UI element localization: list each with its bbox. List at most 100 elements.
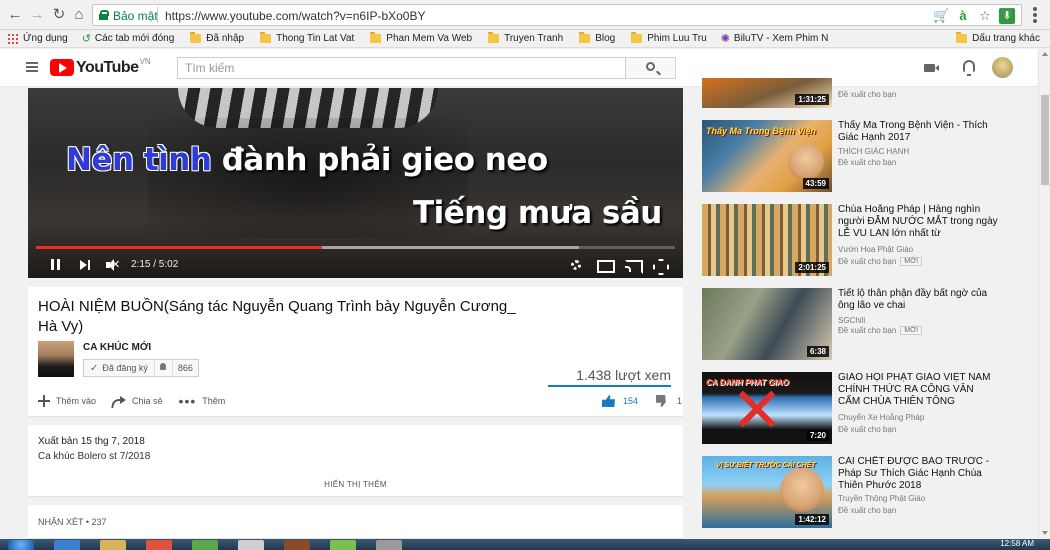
taskbar-media-icon[interactable] <box>146 540 172 550</box>
related-video[interactable]: 2:01:25 Chùa Hoằng Pháp | Hàng nghìn ngư… <box>702 204 1002 279</box>
progress-bar[interactable] <box>36 246 675 249</box>
video-duration: 1:42:12 <box>795 514 829 525</box>
video-thumbnail[interactable]: Thấy Ma Trong Bệnh Viện 43:59 <box>702 120 832 192</box>
browser-toolbar: ← → ↻ ⌂ Bảo mật https://www.youtube.com/… <box>0 0 1050 30</box>
address-bar[interactable]: Bảo mật https://www.youtube.com/watch?v=… <box>92 4 1022 26</box>
video-thumbnail[interactable]: 1:31:25 <box>702 78 832 108</box>
account-avatar[interactable] <box>992 57 1013 78</box>
cart-extension-icon[interactable]: 🛒 <box>933 8 949 24</box>
related-video[interactable]: VỊ SƯ BIẾT TRƯỚC CÁI CHẾT 1:42:12 CÁI CH… <box>702 456 1002 531</box>
like-count: 154 <box>623 396 639 406</box>
video-duration: 1:31:25 <box>795 94 829 105</box>
share-button[interactable]: Chia sẻ <box>112 396 163 406</box>
guide-menu-icon[interactable] <box>26 62 38 72</box>
taskbar-chrome-icon[interactable] <box>238 540 264 550</box>
page-scrollbar[interactable] <box>1038 49 1050 539</box>
thumbs-up-icon[interactable] <box>602 395 615 407</box>
forward-arrow-icon[interactable]: → <box>28 6 46 24</box>
thumbs-down-icon[interactable] <box>656 395 666 407</box>
pause-icon[interactable] <box>50 258 62 272</box>
cast-icon[interactable] <box>625 258 643 274</box>
translate-icon[interactable]: à <box>955 8 971 24</box>
star-bookmark-icon[interactable]: ☆ <box>977 8 993 24</box>
related-channel: THÍCH GIÁC HẠNH <box>838 147 910 156</box>
related-video[interactable]: 6:38 Tiết lộ thân phận đầy bất ngờ của ô… <box>702 288 1002 363</box>
related-video-title[interactable]: CÁI CHẾT ĐƯỢC BÁO TRƯỚC - Pháp Sư Thích … <box>838 456 998 492</box>
bookmark-apps[interactable]: Ứng dụng <box>8 33 68 44</box>
secure-label: Bảo mật <box>113 9 158 23</box>
youtube-logo[interactable]: YouTube VN <box>50 57 151 77</box>
search-input[interactable]: Tìm kiếm <box>177 57 626 79</box>
subscribed-button[interactable]: ✓ Đã đăng ký 866 <box>83 359 199 377</box>
taskbar-app-icon[interactable] <box>192 540 218 550</box>
theater-mode-icon[interactable] <box>597 258 615 273</box>
recommended-label: Đề xuất cho bạn <box>838 506 897 515</box>
recommended-label: Đề xuất cho bạn <box>838 425 897 434</box>
related-video[interactable]: Thấy Ma Trong Bệnh Viện 43:59 Thấy Ma Tr… <box>702 120 1002 195</box>
next-video-icon[interactable] <box>80 258 92 272</box>
related-video-title[interactable]: Chùa Hoằng Pháp | Hàng nghìn người ĐẪM N… <box>838 204 998 240</box>
bookmark-truyen-tranh[interactable]: Truyen Tranh <box>488 32 563 44</box>
channel-avatar[interactable] <box>38 341 74 377</box>
bookmark-recent-tabs[interactable]: ↺ Các tab mới đóng <box>82 32 175 45</box>
karaoke-lyric-line-1: Nên tình đành phải gieo neo <box>66 142 548 178</box>
recommended-label: Đề xuất cho bạn <box>838 158 897 167</box>
bookmark-imported[interactable]: Đã nhập <box>190 32 244 44</box>
related-video[interactable]: CA DANH PHAT GIAO 7:20 GIÁO HỘI PHẬT GIÁ… <box>702 372 1002 447</box>
bookmark-blog[interactable]: Blog <box>579 32 615 44</box>
video-player[interactable]: Nên tình đành phải gieo neo Tiếng mưa sầ… <box>28 88 683 278</box>
notification-bell-icon[interactable] <box>153 360 172 376</box>
related-video-title[interactable]: GIÁO HỘI PHẬT GIÁO VIỆT NAM CHÍNH THỨC R… <box>838 372 998 408</box>
add-to-button[interactable]: Thêm vào <box>38 395 96 407</box>
recommended-label: Đề xuất cho bạn MỚI <box>838 257 923 266</box>
folder-icon <box>370 32 382 43</box>
karaoke-lyric-highlight: Nên tình <box>66 142 212 178</box>
related-channel: Chuyển Xe Hoằng Pháp <box>838 413 925 422</box>
dislike-count: 1 <box>677 396 683 406</box>
chrome-menu-icon[interactable] <box>1028 7 1042 23</box>
video-thumbnail[interactable]: 2:01:25 <box>702 204 832 276</box>
bookmark-phim-luu-tru[interactable]: Phim Luu Tru <box>631 32 707 44</box>
video-thumbnail[interactable]: 6:38 <box>702 288 832 360</box>
related-channel: Truyền Thông Phật Giáo <box>838 494 926 503</box>
taskbar-explorer-icon[interactable] <box>100 540 126 550</box>
scroll-thumb[interactable] <box>1041 95 1049 185</box>
comments-header: NHẬN XÉT • 237 <box>38 517 107 527</box>
video-info-card: HOÀI NIỆM BUỒN(Sáng tác Nguyễn Quang Trì… <box>28 287 683 417</box>
bookmark-other[interactable]: Dấu trang khác <box>956 32 1040 44</box>
taskbar-ie-icon[interactable] <box>54 540 80 550</box>
video-thumbnail[interactable]: VỊ SƯ BIẾT TRƯỚC CÁI CHẾT 1:42:12 <box>702 456 832 528</box>
scroll-up-icon[interactable] <box>1042 52 1048 56</box>
url-separator <box>157 7 158 23</box>
upload-video-icon[interactable] <box>924 64 939 72</box>
more-dots-icon: ••• <box>178 393 197 409</box>
back-arrow-icon[interactable]: ← <box>6 6 24 24</box>
video-thumbnail[interactable]: CA DANH PHAT GIAO 7:20 <box>702 372 832 444</box>
scroll-down-icon[interactable] <box>1042 531 1048 535</box>
bookmark-thong-tin[interactable]: Thong Tin Lat Vat <box>260 32 354 44</box>
related-video-title[interactable]: Tiết lộ thân phận đầy bất ngờ của ông lã… <box>838 288 998 312</box>
notifications-bell-icon[interactable] <box>963 60 975 76</box>
bookmark-phan-mem[interactable]: Phan Mem Va Web <box>370 32 472 44</box>
taskbar-app-icon[interactable] <box>330 540 356 550</box>
settings-gear-icon[interactable] <box>570 258 582 272</box>
show-more-button[interactable]: HIỂN THỊ THÊM <box>28 480 683 489</box>
folder-icon <box>488 32 500 43</box>
reload-icon[interactable]: ↻ <box>50 6 68 24</box>
channel-name[interactable]: CA KHÚC MỚI <box>83 342 151 353</box>
related-video-title[interactable]: Thấy Ma Trong Bệnh Viện - Thích Giác Hạn… <box>838 120 998 144</box>
start-button-icon[interactable] <box>8 540 34 550</box>
taskbar-app-icon[interactable] <box>284 540 310 550</box>
search-button[interactable] <box>626 57 676 79</box>
thumbnail-cross-mark <box>732 390 782 428</box>
more-button[interactable]: ••• Thêm <box>178 393 226 409</box>
fullscreen-icon[interactable] <box>653 258 667 272</box>
folder-icon <box>956 32 968 43</box>
home-icon[interactable]: ⌂ <box>70 6 88 24</box>
description-text: Ca khúc Bolero st 7/2018 <box>38 451 151 462</box>
url-text[interactable]: https://www.youtube.com/watch?v=n6IP-bXo… <box>165 9 425 23</box>
bookmark-bilutv[interactable]: ✺ BiluTV - Xem Phim N <box>721 32 829 45</box>
taskbar-app-icon[interactable] <box>376 540 402 550</box>
related-video[interactable]: 1:31:25 Đề xuất cho bạn <box>702 78 1002 108</box>
shield-extension-icon[interactable]: ⛉ <box>1002 6 1016 24</box>
